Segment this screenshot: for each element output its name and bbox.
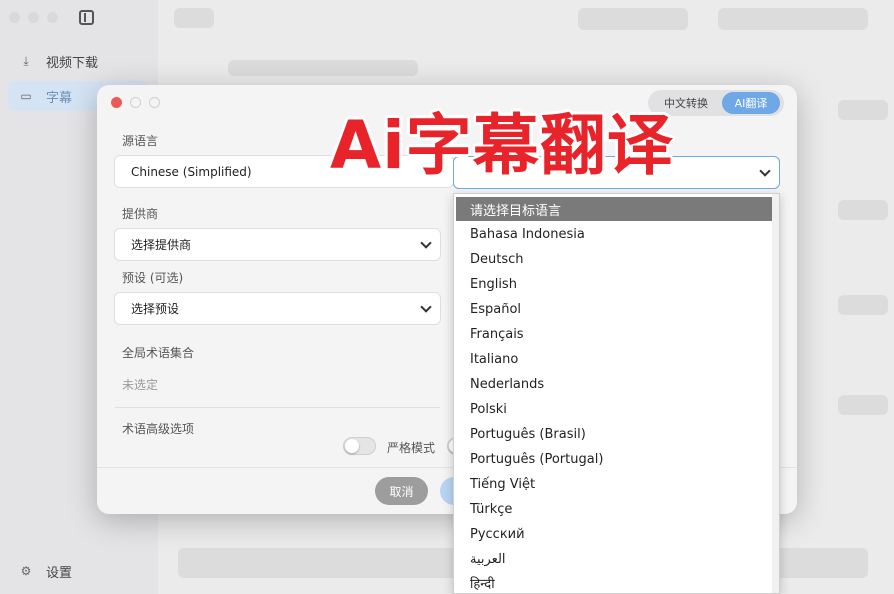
dropdown-option[interactable]: English — [456, 272, 774, 296]
gear-icon: ⚙ — [20, 564, 32, 578]
dropdown-option[interactable]: हिन्दी — [456, 571, 774, 593]
tab-ai-translate[interactable]: AI翻译 — [722, 92, 780, 114]
provider-select[interactable]: 选择提供商 — [114, 228, 441, 261]
provider-label: 提供商 — [122, 207, 159, 221]
source-language-value: Chinese (Simplified) — [131, 164, 252, 179]
dropdown-option[interactable]: Tiếng Việt — [456, 472, 774, 496]
dropdown-option[interactable]: Polski — [456, 397, 774, 421]
dialog-zoom-dot — [149, 97, 160, 108]
blurred-row — [838, 395, 888, 415]
dropdown-scrollbar[interactable] — [772, 194, 779, 593]
overlay-title: Ai字幕翻译 — [330, 107, 674, 184]
dropdown-option[interactable]: Español — [456, 297, 774, 321]
source-language-label: 源语言 — [122, 134, 159, 148]
blurred-row — [838, 295, 888, 315]
sidebar-item-video-download[interactable]: ⤓ 视频下载 — [8, 46, 148, 76]
chevron-down-icon — [420, 237, 432, 249]
target-language-dropdown: 请选择目标语言 Bahasa Indonesia Deutsch English… — [453, 193, 780, 594]
preset-label: 预设 (可选) — [122, 271, 184, 285]
strict-mode-label: 严格模式 — [387, 441, 436, 455]
dropdown-option[interactable]: Deutsch — [456, 247, 774, 271]
blurred-row — [838, 200, 888, 220]
window-close-dot[interactable] — [9, 12, 20, 23]
sidebar-toggle-icon[interactable] — [79, 10, 94, 25]
glossary-label: 全局术语集合 — [122, 346, 195, 360]
dropdown-option[interactable]: Türkçe — [456, 497, 774, 521]
blurred-toolbar-item — [174, 8, 214, 28]
subtitle-icon: ▭ — [20, 89, 32, 103]
preset-select[interactable]: 选择预设 — [114, 292, 441, 325]
sidebar-item-label: 设置 — [46, 565, 73, 581]
cancel-button[interactable]: 取消 — [375, 477, 428, 505]
glossary-advanced-label: 术语高级选项 — [122, 422, 195, 436]
strict-mode-toggle[interactable] — [343, 437, 376, 455]
dropdown-option[interactable]: Português (Portugal) — [456, 447, 774, 471]
dropdown-option[interactable]: Français — [456, 322, 774, 346]
dropdown-option[interactable]: Bahasa Indonesia — [456, 222, 774, 246]
dropdown-option[interactable]: العربية — [456, 547, 774, 571]
sidebar-item-label: 字幕 — [46, 90, 73, 106]
dropdown-option[interactable]: Português (Brasil) — [456, 422, 774, 446]
sidebar-item-label: 视频下载 — [46, 55, 99, 71]
dialog-close-dot[interactable] — [111, 97, 122, 108]
blurred-toolbar-item — [718, 8, 868, 30]
blurred-row — [838, 100, 888, 120]
preset-value: 选择预设 — [131, 302, 180, 316]
dialog-minimize-dot — [130, 97, 141, 108]
sidebar-item-settings[interactable]: ⚙ 设置 — [8, 556, 148, 586]
dropdown-option[interactable]: Nederlands — [456, 372, 774, 396]
window-zoom-dot[interactable] — [47, 12, 58, 23]
glossary-value: 未选定 — [122, 378, 159, 392]
download-icon: ⤓ — [23, 53, 29, 68]
dropdown-option[interactable]: Italiano — [456, 347, 774, 371]
window-minimize-dot[interactable] — [28, 12, 39, 23]
blurred-row — [228, 60, 418, 76]
divider — [115, 407, 440, 408]
dropdown-option[interactable]: 请选择目标语言 — [456, 197, 774, 221]
chevron-down-icon — [420, 301, 432, 313]
dropdown-option[interactable]: Русский — [456, 522, 774, 546]
chevron-down-icon — [759, 165, 771, 177]
blurred-toolbar-item — [578, 8, 688, 30]
provider-value: 选择提供商 — [131, 238, 192, 252]
